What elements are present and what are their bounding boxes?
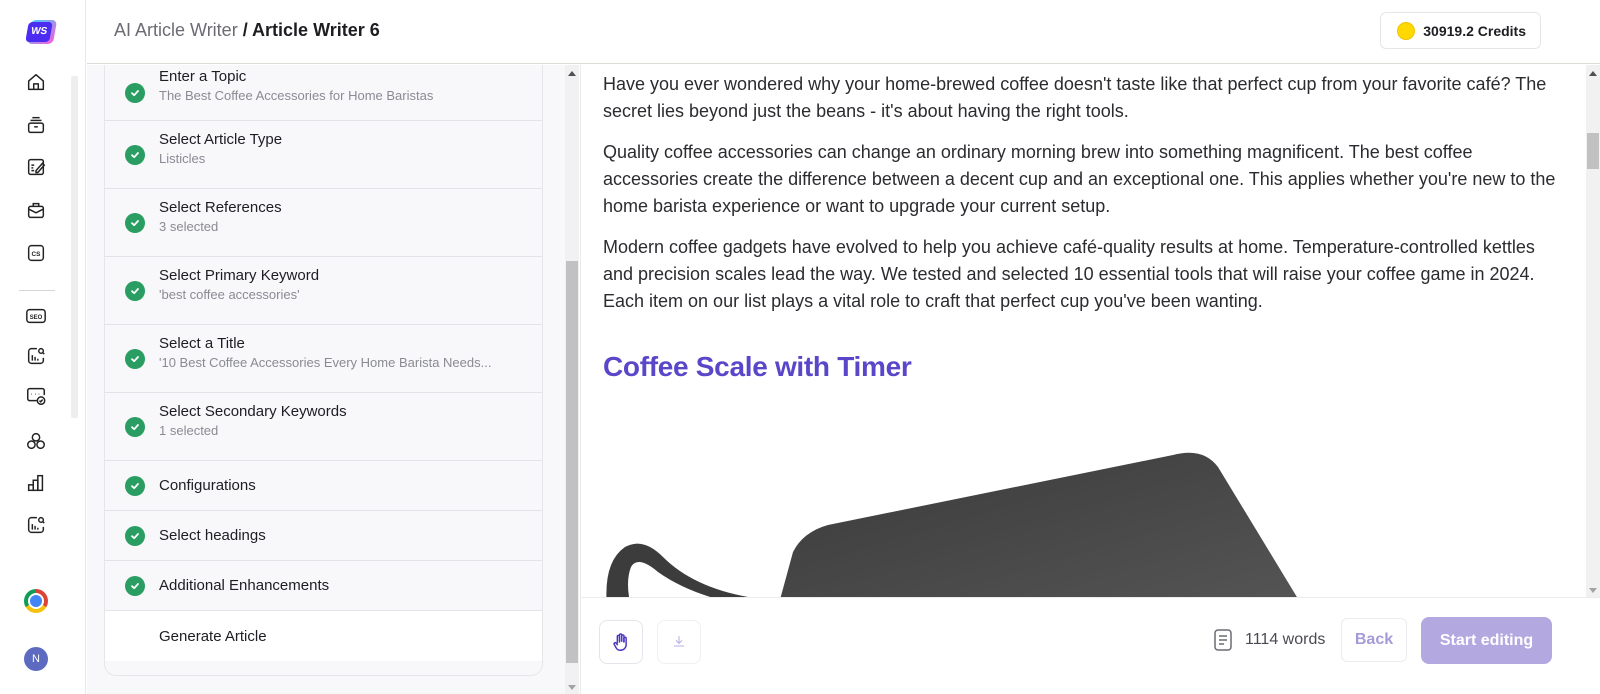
download-icon [673, 636, 685, 647]
check-circle-icon [125, 525, 145, 546]
check-circle-icon [125, 82, 145, 103]
step-title: Select Secondary Keywords [159, 403, 347, 420]
article-preview: Have you ever wondered why your home-bre… [580, 65, 1586, 597]
bar-chart-icon[interactable] [23, 470, 49, 496]
ws-logo[interactable]: WS [25, 18, 58, 46]
coin-icon [1397, 21, 1416, 40]
step-select-article-type[interactable]: Select Article Type Listicles [105, 121, 542, 189]
step-generate-article[interactable]: Generate Article [105, 611, 542, 661]
chrome-icon[interactable] [24, 589, 48, 613]
step-title: Configurations [159, 477, 256, 494]
user-avatar[interactable]: N [24, 647, 48, 671]
rail-divider [19, 290, 55, 291]
logo-text: WS [25, 22, 53, 42]
step-title: Select headings [159, 527, 266, 544]
start-editing-button[interactable]: Start editing [1421, 617, 1552, 664]
step-select-primary-keyword[interactable]: Select Primary Keyword 'best coffee acce… [105, 257, 542, 325]
step-title: Additional Enhancements [159, 577, 330, 594]
step-select-secondary-keywords[interactable]: Select Secondary Keywords 1 selected [105, 393, 542, 461]
analytics-search-icon[interactable] [23, 343, 49, 369]
article-section-heading: Coffee Scale with Timer [603, 351, 912, 382]
left-nav-rail: WS CS SEO N [0, 0, 86, 694]
pan-hand-button[interactable] [599, 620, 643, 664]
scroll-down-arrow-icon[interactable] [568, 685, 576, 690]
step-title: Select References [159, 199, 282, 216]
coffee-scale-image [606, 452, 1297, 597]
step-additional-enhancements[interactable]: Additional Enhancements [105, 561, 542, 611]
analytics-search-icon-2[interactable] [23, 512, 49, 538]
hand-icon [613, 633, 627, 651]
step-title: Generate Article [159, 627, 267, 645]
svg-text:SEO: SEO [30, 315, 43, 321]
briefcase-icon[interactable] [23, 197, 49, 223]
breadcrumb-separator: / [237, 20, 253, 40]
step-title: Select a Title [159, 335, 245, 352]
archive-icon[interactable] [23, 112, 49, 138]
article-paragraph: Quality coffee accessories can change an… [603, 142, 1556, 216]
article-scrollbar[interactable] [1586, 65, 1600, 597]
article-paragraph: Have you ever wondered why your home-bre… [603, 74, 1547, 121]
step-subtitle: 'best coffee accessories' [159, 287, 300, 302]
seo-icon[interactable]: SEO [23, 303, 49, 329]
cs-icon[interactable]: CS [23, 240, 49, 266]
step-configurations[interactable]: Configurations [105, 461, 542, 511]
step-enter-topic[interactable]: Enter a Topic The Best Coffee Accessorie… [105, 65, 542, 121]
step-subtitle: 3 selected [159, 219, 219, 234]
step-subtitle: 1 selected [159, 423, 219, 438]
document-icon [1214, 629, 1232, 651]
step-select-references[interactable]: Select References 3 selected [105, 189, 542, 257]
step-select-title[interactable]: Select a Title '10 Best Coffee Accessori… [105, 325, 542, 393]
steps-panel: Enter a Topic The Best Coffee Accessorie… [87, 65, 577, 694]
breadcrumb-root[interactable]: AI Article Writer [114, 20, 238, 40]
step-subtitle: The Best Coffee Accessories for Home Bar… [159, 88, 434, 103]
app-root: WS CS SEO N AI Article Writer / Article … [0, 0, 1600, 694]
scroll-up-arrow-icon[interactable] [568, 71, 576, 76]
check-circle-icon [125, 475, 145, 496]
editor-footer: 1114 words Back Start editing [580, 597, 1600, 694]
article-paragraph: Modern coffee gadgets have evolved to he… [603, 237, 1535, 311]
step-subtitle: Listicles [159, 151, 206, 166]
steps-scrollbar-thumb[interactable] [566, 261, 578, 663]
back-button[interactable]: Back [1341, 618, 1407, 662]
community-icon[interactable] [23, 428, 49, 454]
credits-badge[interactable]: 30919.2 Credits [1380, 12, 1541, 49]
steps-scrollbar[interactable] [565, 65, 579, 694]
article-scrollbar-thumb[interactable] [1587, 133, 1599, 169]
step-title: Select Article Type [159, 131, 283, 148]
word-count-text: 1114 words [1245, 631, 1326, 648]
scroll-up-arrow-icon[interactable] [1589, 71, 1597, 76]
breadcrumb-current: Article Writer 6 [252, 20, 380, 40]
step-select-headings[interactable]: Select headings [105, 511, 542, 561]
download-button[interactable] [657, 620, 701, 664]
edit-document-icon[interactable] [23, 154, 49, 180]
svg-text:CS: CS [32, 251, 42, 258]
step-subtitle: '10 Best Coffee Accessories Every Home B… [159, 355, 492, 370]
check-circle-icon [125, 348, 145, 369]
check-circle-icon [125, 416, 145, 437]
steps-list: Enter a Topic The Best Coffee Accessorie… [104, 65, 543, 676]
credits-amount: 30919.2 Credits [1423, 22, 1526, 39]
check-circle-icon [125, 575, 145, 596]
scroll-down-arrow-icon[interactable] [1589, 588, 1597, 593]
home-icon[interactable] [23, 69, 49, 95]
breadcrumb: AI Article Writer / Article Writer 6 [114, 20, 380, 41]
check-circle-icon [125, 280, 145, 301]
top-header: AI Article Writer / Article Writer 6 309… [87, 0, 1600, 64]
step-title: Select Primary Keyword [159, 267, 320, 284]
word-count: 1114 words [1213, 629, 1325, 651]
check-circle-icon [125, 212, 145, 233]
check-circle-icon [125, 144, 145, 165]
rail-scrollbar[interactable] [71, 76, 78, 418]
message-check-icon[interactable] [23, 383, 49, 409]
step-title: Enter a Topic [159, 68, 247, 85]
